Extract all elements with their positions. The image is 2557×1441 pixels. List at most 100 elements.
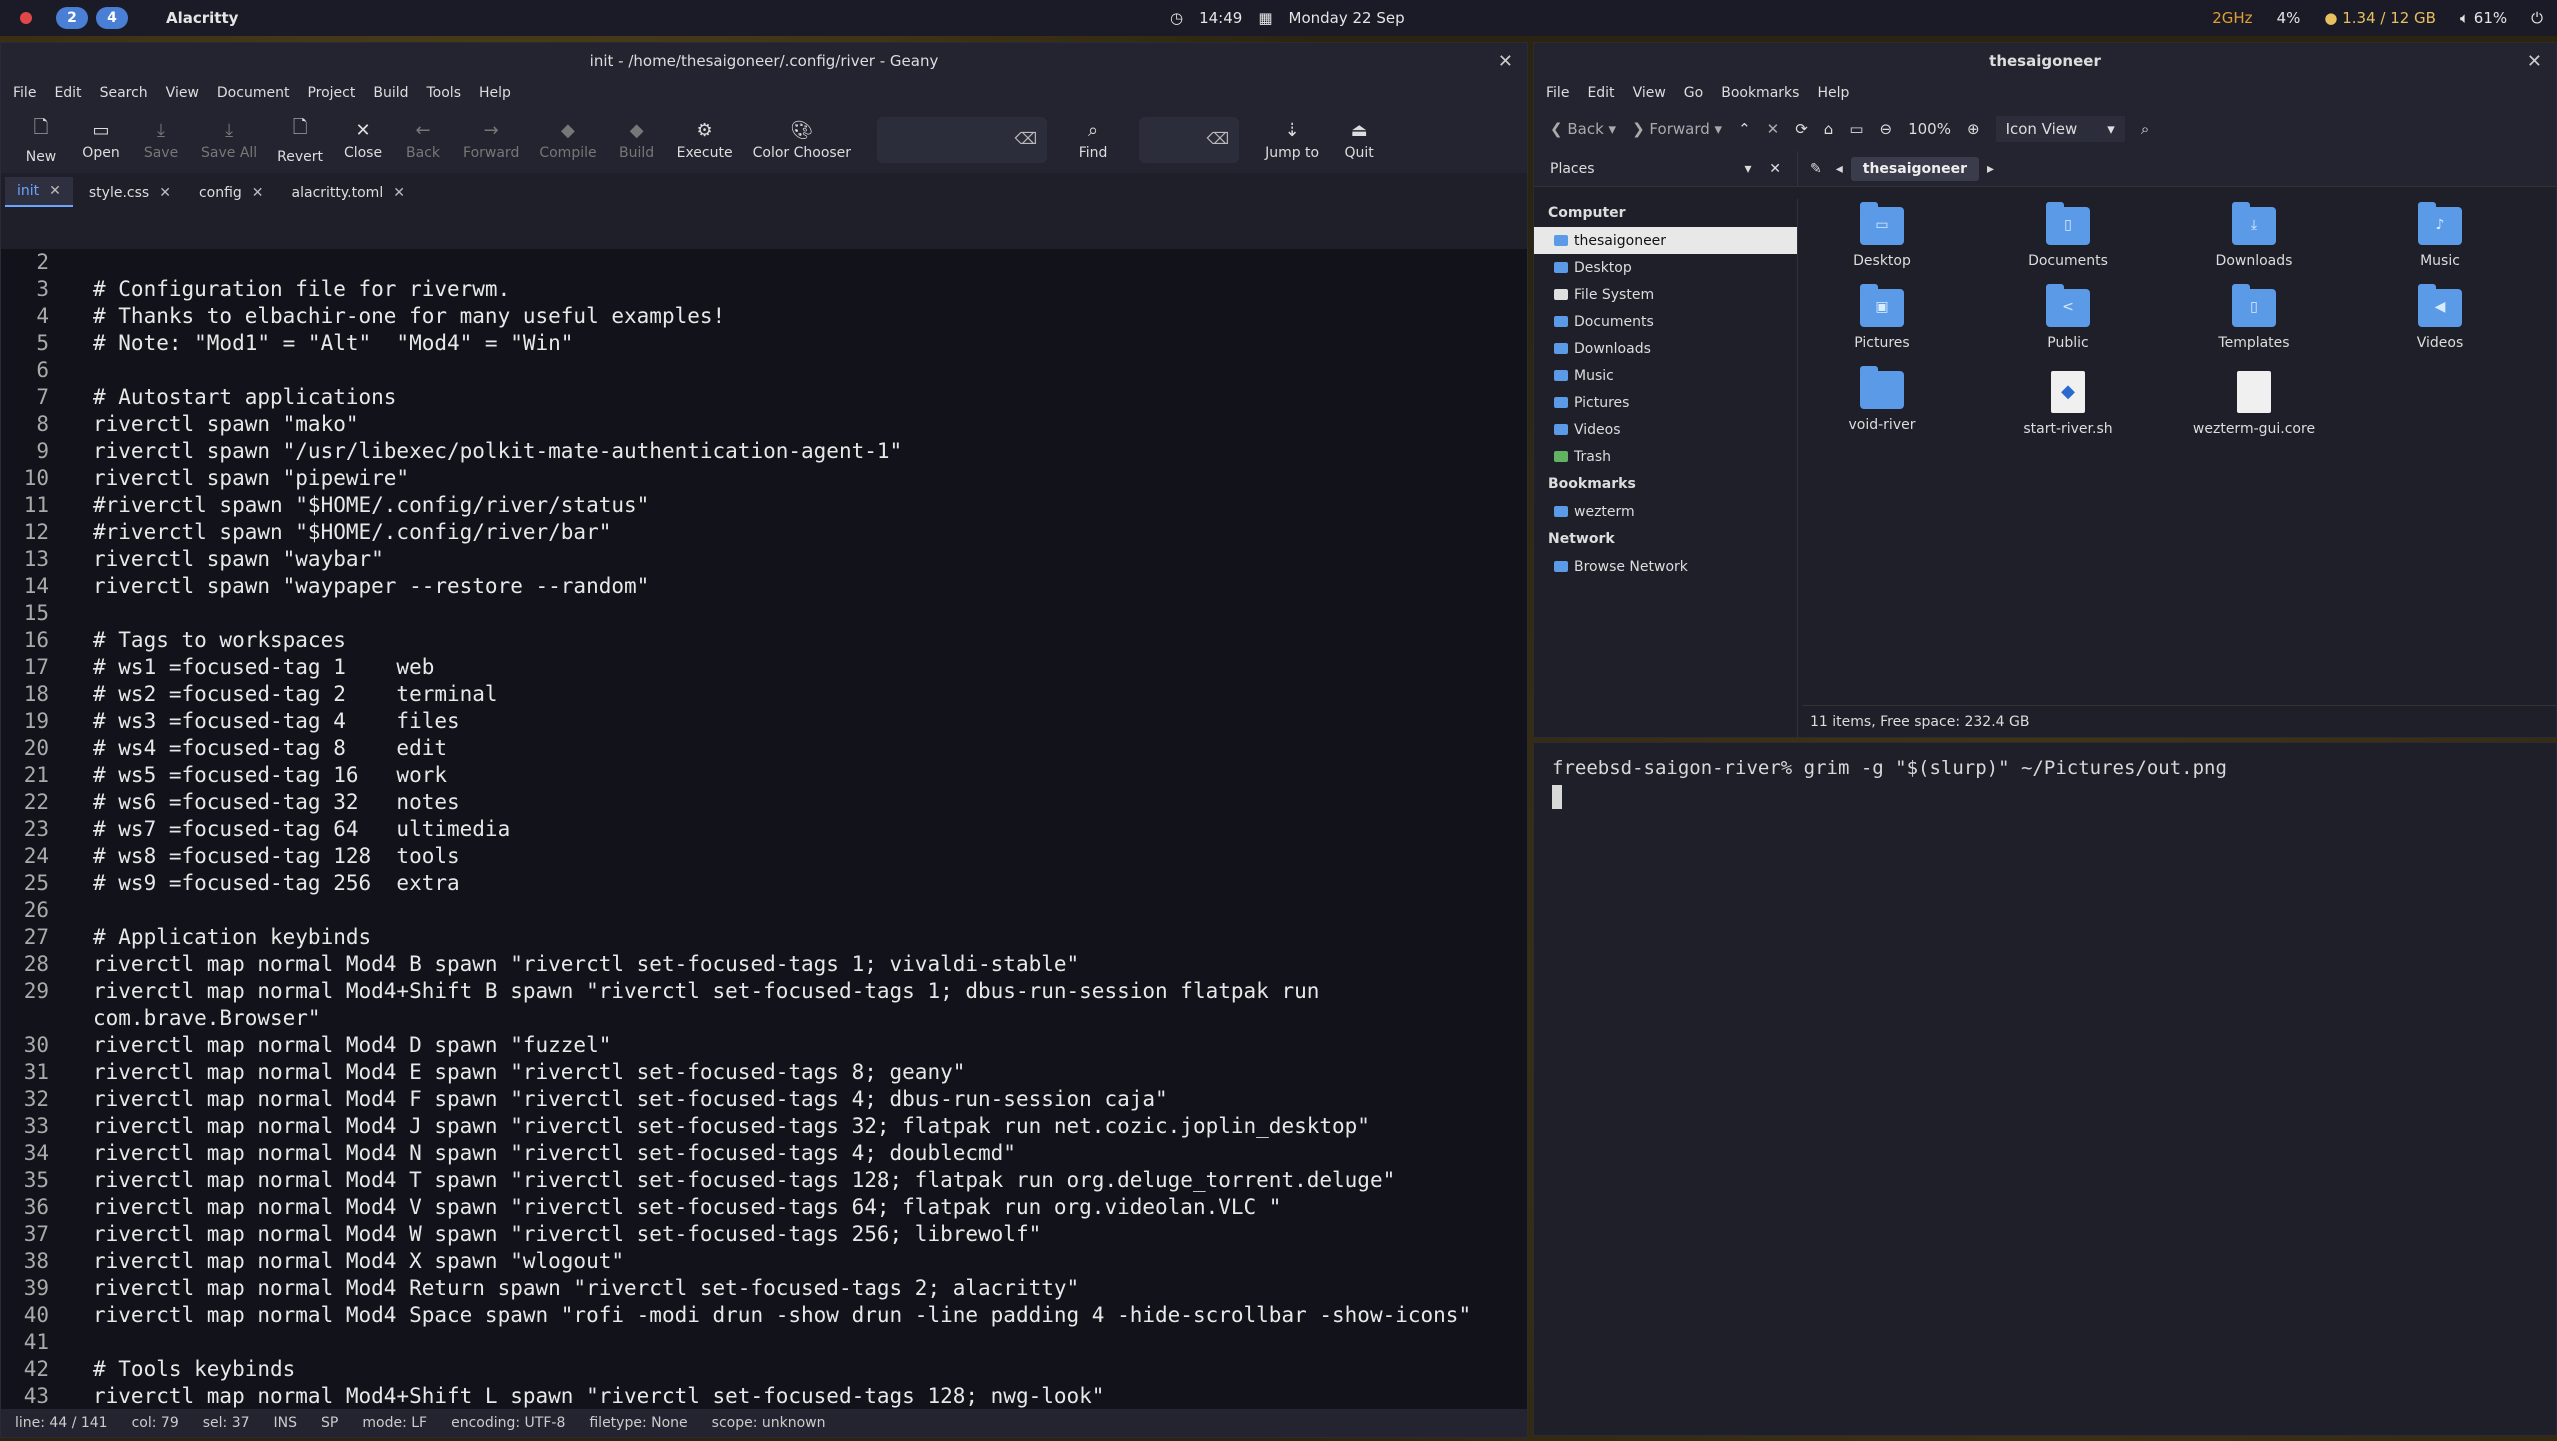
sidebar-item[interactable]: Music bbox=[1534, 362, 1797, 389]
sidebar-item[interactable]: Videos bbox=[1534, 416, 1797, 443]
file-item[interactable]: ▣ Pictures bbox=[1802, 284, 1962, 351]
menu-view[interactable]: View bbox=[166, 85, 199, 101]
find-button[interactable]: ⌕ Find bbox=[1063, 120, 1123, 161]
sidebar-item[interactable]: File System bbox=[1534, 281, 1797, 308]
line-text: # Autostart applications bbox=[93, 385, 397, 409]
file-item-label: Public bbox=[2047, 335, 2089, 351]
forward-button[interactable]: → Forward bbox=[453, 120, 529, 161]
menu-edit[interactable]: Edit bbox=[1587, 85, 1614, 101]
file-item-label: Desktop bbox=[1853, 253, 1911, 269]
search-input[interactable]: ⌫ bbox=[877, 117, 1048, 163]
sidebar-item[interactable]: wezterm bbox=[1534, 498, 1797, 525]
search-icon[interactable]: ⌕ bbox=[2141, 120, 2149, 138]
menu-document[interactable]: Document bbox=[217, 85, 290, 101]
menu-file[interactable]: File bbox=[1546, 85, 1569, 101]
alacritty-terminal[interactable]: freebsd-saigon-river% grim -g "$(slurp)"… bbox=[1533, 742, 2557, 1436]
tab-config[interactable]: config ✕ bbox=[187, 179, 276, 207]
compile-button[interactable]: ◆ Compile bbox=[529, 120, 606, 161]
sidebar-item[interactable]: thesaigoneer bbox=[1534, 227, 1797, 254]
breadcrumb[interactable]: thesaigoneer bbox=[1850, 156, 1979, 181]
file-item[interactable]: < Public bbox=[1988, 284, 2148, 351]
sidebar-item[interactable]: Pictures bbox=[1534, 389, 1797, 416]
close-tab-icon[interactable]: ✕ bbox=[252, 185, 264, 201]
line-text: # ws2 =focused-tag 2 terminal bbox=[93, 682, 498, 706]
workspace-button-4[interactable]: 4 bbox=[96, 7, 128, 29]
line-text: riverctl map normal Mod4+Shift L spawn "… bbox=[93, 1384, 1105, 1408]
places-selector[interactable]: Places ▾ ✕ bbox=[1534, 151, 1798, 186]
volume[interactable]: 🔈︎ 61% bbox=[2460, 9, 2507, 27]
code-editor[interactable]: 2 3 # Configuration file for riverwm. 4 # Th… bbox=[1, 249, 1527, 1414]
chevron-right-icon[interactable]: ▸ bbox=[1987, 161, 1994, 177]
quit-button[interactable]: ⏏ Quit bbox=[1329, 120, 1389, 161]
home-icon[interactable]: ⌂ bbox=[1824, 120, 1834, 138]
close-tab-icon[interactable]: ✕ bbox=[49, 183, 61, 199]
execute-button[interactable]: ⚙ Execute bbox=[667, 120, 743, 161]
revert-button[interactable]: 🗋︎ Revert bbox=[267, 115, 333, 165]
power-menu-icon[interactable] bbox=[20, 12, 32, 24]
sidebar-item[interactable]: Downloads bbox=[1534, 335, 1797, 362]
sidebar-item[interactable]: Trash bbox=[1534, 443, 1797, 470]
sidebar-item[interactable]: Desktop bbox=[1534, 254, 1797, 281]
back-button[interactable]: ← Back bbox=[393, 120, 453, 161]
menu-bookmarks[interactable]: Bookmarks bbox=[1721, 85, 1799, 101]
goto-line-input[interactable]: ⌫ bbox=[1139, 117, 1240, 163]
stop-icon[interactable]: ✕ bbox=[1767, 120, 1780, 138]
close-button[interactable]: ✕ Close bbox=[333, 120, 393, 161]
file-item[interactable]: void-river bbox=[1802, 366, 1962, 433]
back-button[interactable]: ❮ Back ▾ bbox=[1550, 120, 1616, 138]
file-item[interactable]: wezterm-gui.core bbox=[2174, 371, 2334, 437]
palette-icon: 🎨︎ bbox=[790, 119, 814, 141]
menu-build[interactable]: Build bbox=[373, 85, 408, 101]
line-text: riverctl spawn "mako" bbox=[93, 412, 359, 436]
chevron-left-icon[interactable]: ◂ bbox=[1836, 161, 1843, 177]
view-selector[interactable]: Icon View ▾ bbox=[1995, 116, 2125, 142]
file-item[interactable]: ♪ Music bbox=[2360, 202, 2520, 269]
close-tab-icon[interactable]: ✕ bbox=[393, 185, 405, 201]
file-item[interactable]: ◀ Videos bbox=[2360, 284, 2520, 351]
save-button[interactable]: ⤓ Save bbox=[131, 120, 191, 161]
close-icon[interactable]: ✕ bbox=[1498, 51, 1513, 72]
tab-alacritty-toml[interactable]: alacritty.toml ✕ bbox=[280, 179, 417, 207]
zoom-in-icon[interactable]: ⊕ bbox=[1967, 120, 1980, 138]
clear-icon[interactable]: ⌫ bbox=[1206, 129, 1229, 148]
menu-help[interactable]: Help bbox=[479, 85, 511, 101]
computer-icon[interactable]: ▭ bbox=[1849, 120, 1863, 138]
file-item[interactable]: ⤓ Downloads bbox=[2174, 202, 2334, 269]
line-text: com.brave.Browser" bbox=[93, 1006, 321, 1030]
sidebar-item[interactable]: Browse Network bbox=[1534, 553, 1797, 580]
close-icon[interactable]: ✕ bbox=[2527, 51, 2542, 72]
forward-button[interactable]: ❯ Forward ▾ bbox=[1632, 120, 1722, 138]
menu-view[interactable]: View bbox=[1633, 85, 1666, 101]
menu-tools[interactable]: Tools bbox=[427, 85, 462, 101]
file-item[interactable]: ▯ Templates bbox=[2174, 284, 2334, 351]
folder-icon bbox=[1554, 262, 1568, 273]
menu-project[interactable]: Project bbox=[307, 85, 355, 101]
new-button[interactable]: 🗋︎ New bbox=[11, 115, 71, 165]
jump-to-button[interactable]: ⇣ Jump to bbox=[1255, 120, 1329, 161]
save-all-button[interactable]: ⤓ Save All bbox=[191, 120, 267, 161]
close-tab-icon[interactable]: ✕ bbox=[159, 185, 171, 201]
menu-file[interactable]: File bbox=[13, 85, 36, 101]
tab-init[interactable]: init ✕ bbox=[5, 177, 73, 207]
menu-go[interactable]: Go bbox=[1684, 85, 1703, 101]
sidebar-item[interactable]: Documents bbox=[1534, 308, 1797, 335]
file-item-label: Videos bbox=[2416, 335, 2464, 351]
file-item[interactable]: ▭ Desktop bbox=[1802, 202, 1962, 269]
build-button[interactable]: ◆ Build bbox=[607, 120, 667, 161]
file-item[interactable]: ◆ start-river.sh bbox=[1988, 371, 2148, 437]
menu-edit[interactable]: Edit bbox=[54, 85, 81, 101]
up-icon[interactable]: ⌃ bbox=[1738, 120, 1751, 138]
color-chooser-button[interactable]: 🎨︎ Color Chooser bbox=[743, 120, 861, 161]
menu-help[interactable]: Help bbox=[1817, 85, 1849, 101]
reload-icon[interactable]: ⟳ bbox=[1795, 120, 1808, 138]
open-button[interactable]: ▭ Open bbox=[71, 120, 131, 161]
workspace-button-2[interactable]: 2 bbox=[56, 7, 88, 29]
file-item[interactable]: ▯ Documents bbox=[1988, 202, 2148, 269]
zoom-out-icon[interactable]: ⊖ bbox=[1880, 120, 1893, 138]
clear-icon[interactable]: ⌫ bbox=[1014, 129, 1037, 148]
power-icon[interactable]: ⏻ bbox=[2531, 9, 2543, 27]
menu-search[interactable]: Search bbox=[100, 85, 148, 101]
document-tabs: init ✕ style.css ✕ config ✕ alacritty.toml ✕ bbox=[1, 173, 1527, 207]
edit-location-icon[interactable]: ✎ bbox=[1810, 161, 1822, 177]
tab-style-css[interactable]: style.css ✕ bbox=[77, 179, 183, 207]
